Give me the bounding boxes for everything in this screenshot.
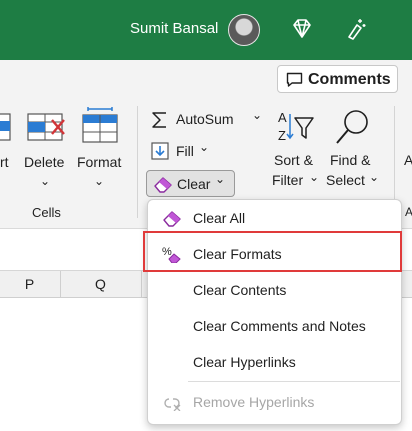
autosum-icon[interactable] [151,110,169,130]
unlink-icon [164,398,181,411]
fill-chevron-icon[interactable]: ⌄ [199,140,209,154]
menu-item-clear-comments-notes[interactable]: Clear Comments and Notes [148,309,401,343]
magic-wand-icon[interactable] [343,16,369,42]
diamond-icon[interactable] [289,16,315,42]
menu-item-label: Clear All [193,210,246,226]
title-bar: Sumit Bansal [0,0,412,60]
find-select-chevron-icon[interactable]: ⌄ [369,170,379,184]
fill-icon[interactable] [151,142,169,160]
sort-filter-chevron-icon[interactable]: ⌄ [309,170,319,184]
autosum-label[interactable]: AutoSum [176,111,234,127]
partial-group-label: A [405,205,412,219]
cells-group-label: Cells [32,205,61,220]
comments-label: Comments [308,71,391,88]
menu-separator [188,381,400,382]
user-name: Sumit Bansal [130,20,219,37]
sort-filter-label-1[interactable]: Sort & [274,152,313,168]
insert-cells-label[interactable]: rt [0,154,9,170]
format-cells-label[interactable]: Format [77,154,121,170]
menu-item-clear-contents[interactable]: Clear Contents [148,273,401,307]
menu-item-label: Clear Comments and Notes [193,318,366,334]
delete-cells-icon[interactable] [26,111,68,145]
avatar[interactable] [228,14,260,46]
menu-item-remove-hyperlinks: Remove Hyperlinks [148,385,401,419]
fill-label[interactable]: Fill [176,143,194,159]
menu-item-clear-all[interactable]: Clear All [148,201,401,235]
delete-chevron-icon[interactable]: ⌄ [40,174,50,188]
insert-cells-icon[interactable] [0,111,14,145]
format-cells-icon[interactable] [80,106,120,146]
highlight-box [143,231,402,272]
comments-button[interactable]: Comments [277,65,398,93]
clear-label: Clear [177,176,211,192]
eraser-icon [154,177,172,193]
menu-item-label: Remove Hyperlinks [193,394,315,410]
menu-item-label: Clear Hyperlinks [193,354,296,370]
column-header-p[interactable]: P [0,271,61,297]
sort-filter-label-2[interactable]: Filter [272,172,303,188]
clear-chevron-icon: ⌄ [215,172,226,186]
find-select-label-1[interactable]: Find & [330,152,370,168]
svg-text:A: A [278,110,287,125]
clear-button[interactable]: Clear ⌄ [146,170,235,197]
column-header-q[interactable]: Q [60,271,142,297]
svg-text:Z: Z [278,128,286,143]
format-chevron-icon[interactable]: ⌄ [94,174,104,188]
menu-item-label: Clear Contents [193,282,287,298]
comment-icon [286,72,303,87]
autosum-chevron-icon[interactable]: ⌄ [252,108,262,122]
group-divider [137,106,138,218]
search-icon[interactable] [333,107,373,147]
menu-item-clear-hyperlinks[interactable]: Clear Hyperlinks [148,345,401,379]
find-select-label-2[interactable]: Select [326,172,365,188]
partial-ribbon-label[interactable]: A [404,152,412,168]
sort-filter-icon[interactable]: A Z [276,108,316,148]
eraser-icon [163,211,181,227]
delete-cells-label[interactable]: Delete [24,154,64,170]
